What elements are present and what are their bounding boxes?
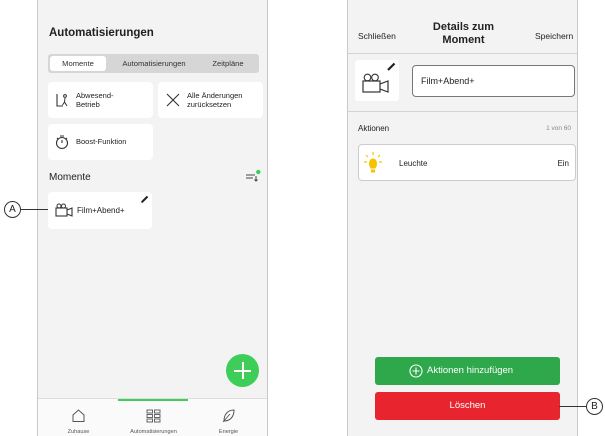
boost-function-label: Boost-Funktion bbox=[76, 137, 127, 146]
nav-automatisierungen[interactable]: Automatisierungen bbox=[115, 399, 192, 436]
add-moment-fab[interactable] bbox=[226, 354, 259, 387]
reset-all-changes-label: Alle Änderungen zurücksetzen bbox=[187, 91, 243, 109]
timer-icon bbox=[55, 135, 69, 150]
home-icon bbox=[72, 409, 85, 422]
pencil-icon[interactable] bbox=[140, 194, 150, 204]
save-button[interactable]: Speichern bbox=[535, 31, 573, 41]
camera-icon bbox=[55, 203, 73, 217]
header-divider bbox=[348, 53, 577, 54]
away-mode-icon bbox=[56, 94, 68, 107]
close-button[interactable]: Schließen bbox=[358, 31, 396, 41]
nav-energie[interactable]: Energie bbox=[190, 399, 267, 436]
camera-icon bbox=[362, 73, 389, 93]
nav-energie-label: Energie bbox=[218, 429, 239, 435]
action-row-value: Ein bbox=[557, 159, 569, 168]
moment-details-screen: Schließen Details zum Moment Speichern Fi… bbox=[347, 0, 578, 436]
close-x-icon bbox=[166, 93, 180, 107]
segmented-tabs: Momente Automatisierungen Zeitpläne bbox=[48, 54, 259, 73]
away-mode-card[interactable]: Abwesend- Betrieb bbox=[48, 82, 153, 118]
name-divider bbox=[348, 111, 577, 112]
sort-icon[interactable] bbox=[244, 169, 261, 183]
page-title: Details zum Moment bbox=[432, 21, 495, 46]
nav-zuhause-label: Zuhause bbox=[67, 429, 90, 435]
away-mode-label: Abwesend- Betrieb bbox=[76, 91, 114, 109]
action-row-leuchte[interactable]: Leuchte Ein bbox=[358, 144, 576, 181]
callout-b-line bbox=[559, 406, 586, 407]
moment-name-field[interactable]: Film+Abend+ bbox=[412, 65, 575, 97]
action-row-label: Leuchte bbox=[399, 159, 428, 168]
moment-card-film-abend[interactable]: Film+Abend+ bbox=[48, 192, 152, 229]
bottom-navigation: Zuhause Automatisierungen Energie bbox=[38, 398, 267, 436]
delete-button[interactable]: Löschen bbox=[375, 392, 560, 420]
add-circle-icon bbox=[409, 364, 423, 378]
moments-section-label: Momente bbox=[49, 172, 91, 183]
callout-a-marker: A bbox=[4, 201, 21, 218]
actions-section-label: Aktionen bbox=[358, 124, 390, 133]
nav-automatisierungen-label: Automatisierungen bbox=[130, 429, 177, 435]
boost-function-card[interactable]: Boost-Funktion bbox=[48, 124, 153, 160]
tab-automatisierungen[interactable]: Automatisierungen bbox=[110, 54, 198, 73]
tab-zeitplaene[interactable]: Zeitpläne bbox=[199, 54, 257, 73]
reset-all-changes-card[interactable]: Alle Änderungen zurücksetzen bbox=[158, 82, 263, 118]
light-bulb-icon bbox=[364, 152, 382, 173]
automations-screen: Automatisierungen Momente Automatisierun… bbox=[37, 0, 268, 436]
add-actions-label: Aktionen hinzufügen bbox=[427, 365, 514, 376]
pencil-icon bbox=[387, 62, 396, 71]
leaf-icon bbox=[222, 409, 235, 423]
actions-count: 1 von 60 bbox=[546, 125, 571, 132]
moment-card-label: Film+Abend+ bbox=[77, 206, 125, 215]
callout-b-marker: B bbox=[586, 398, 603, 415]
callout-a-line bbox=[21, 209, 48, 210]
automation-grid-icon bbox=[146, 409, 161, 423]
tab-momente[interactable]: Momente bbox=[50, 56, 106, 71]
moment-icon-picker[interactable] bbox=[355, 60, 399, 101]
nav-zuhause[interactable]: Zuhause bbox=[40, 399, 117, 436]
page-title: Automatisierungen bbox=[49, 27, 154, 39]
add-actions-button[interactable]: Aktionen hinzufügen bbox=[375, 357, 560, 385]
